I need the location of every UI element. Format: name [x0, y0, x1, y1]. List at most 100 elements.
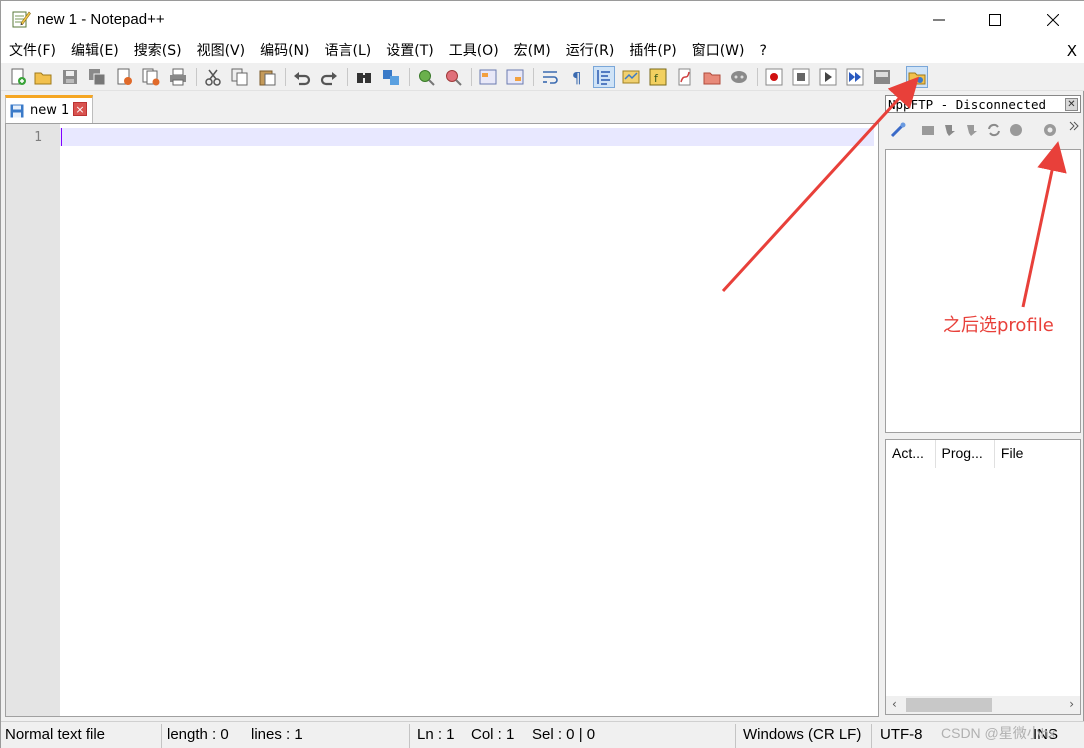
save-macro-icon[interactable]: [871, 66, 893, 88]
menu-search[interactable]: 搜索(S): [126, 39, 189, 63]
close-window-button[interactable]: [1025, 1, 1081, 39]
toolbar-separator: [196, 68, 197, 86]
horizontal-scrollbar[interactable]: ‹ ›: [886, 696, 1080, 714]
play-macro-icon[interactable]: [817, 66, 839, 88]
function-list-icon[interactable]: f: [647, 66, 669, 88]
sync-horizontal-icon[interactable]: [504, 66, 526, 88]
tab-close-icon[interactable]: ×: [73, 102, 87, 116]
redo-icon[interactable]: [318, 66, 340, 88]
toolbar-separator: [757, 68, 758, 86]
close-document-button[interactable]: X: [1067, 39, 1077, 63]
status-file-type: Normal text file: [5, 726, 106, 743]
toolbar-separator: [471, 68, 472, 86]
minimize-button[interactable]: [911, 1, 967, 39]
folder-workspace-icon[interactable]: [674, 66, 696, 88]
run-macro-multiple-icon[interactable]: [844, 66, 866, 88]
print-icon[interactable]: [167, 66, 189, 88]
menu-tools[interactable]: 工具(O): [441, 39, 506, 63]
status-divider: [161, 724, 162, 748]
status-lines: lines : 1: [251, 726, 303, 743]
toolbar-separator: [347, 68, 348, 86]
doc-map-icon[interactable]: [620, 66, 642, 88]
status-divider: [871, 724, 872, 748]
saved-file-icon: [10, 104, 24, 117]
menu-run[interactable]: 运行(R): [558, 39, 622, 63]
paste-icon[interactable]: [256, 66, 278, 88]
status-ln: Ln : 1: [417, 726, 455, 743]
scrollbar-thumb[interactable]: [906, 698, 992, 712]
status-eol: Windows (CR LF): [743, 726, 862, 743]
open-directory-icon[interactable]: [919, 121, 937, 139]
scroll-right-icon[interactable]: ›: [1069, 697, 1074, 711]
menu-edit[interactable]: 编辑(E): [63, 39, 126, 63]
queue-header: Act... Prog... File: [886, 440, 1080, 468]
notepadpp-window: new 1 - Notepad++ 文件(F) 编辑(E) 搜索(S) 视图(V…: [0, 0, 1084, 748]
menu-view[interactable]: 视图(V): [189, 39, 253, 63]
copy-icon[interactable]: [229, 66, 251, 88]
sync-vertical-icon[interactable]: [477, 66, 499, 88]
queue-column-file[interactable]: File: [995, 440, 1080, 468]
close-icon[interactable]: [113, 66, 135, 88]
menu-settings[interactable]: 设置(T): [378, 39, 440, 63]
maximize-button[interactable]: [967, 1, 1023, 39]
toolbar: ¶ f: [1, 63, 1084, 91]
abort-icon[interactable]: [1007, 121, 1025, 139]
queue-column-progress[interactable]: Prog...: [936, 440, 995, 468]
maximize-icon: [989, 14, 1001, 26]
menu-plugins[interactable]: 插件(P): [621, 39, 683, 63]
menu-macro[interactable]: 宏(M): [506, 39, 558, 63]
menu-encoding[interactable]: 编码(N): [252, 39, 316, 63]
notepadpp-icon: [12, 11, 31, 28]
show-all-chars-icon[interactable]: ¶: [566, 66, 588, 88]
text-caret: [61, 128, 62, 146]
save-icon[interactable]: [59, 66, 81, 88]
zoom-out-icon[interactable]: [442, 66, 464, 88]
chevron-more-icon[interactable]: [1065, 117, 1083, 135]
save-all-icon[interactable]: [86, 66, 108, 88]
open-file-icon[interactable]: [32, 66, 54, 88]
connect-icon[interactable]: [889, 121, 907, 139]
menu-file[interactable]: 文件(F): [1, 39, 63, 63]
download-icon[interactable]: [941, 121, 959, 139]
tab-new-1[interactable]: new 1 ×: [5, 95, 93, 123]
tab-label: new 1: [30, 103, 70, 118]
toolbar-separator: [533, 68, 534, 86]
menu-language[interactable]: 语言(L): [317, 39, 379, 63]
queue-column-action[interactable]: Act...: [886, 440, 936, 468]
menu-window[interactable]: 窗口(W): [684, 39, 752, 63]
cut-icon[interactable]: [202, 66, 224, 88]
scroll-left-icon[interactable]: ‹: [892, 697, 897, 711]
window-title: new 1 - Notepad++: [37, 11, 165, 28]
zoom-in-icon[interactable]: [415, 66, 437, 88]
close-icon: [1047, 14, 1059, 26]
status-divider: [409, 724, 410, 748]
undo-icon[interactable]: [291, 66, 313, 88]
doc-list-icon[interactable]: [701, 66, 723, 88]
watermark: CSDN @星微小hx: [941, 725, 1056, 741]
status-length: length : 0: [167, 726, 229, 743]
status-bar: Normal text file length : 0 lines : 1 Ln…: [1, 721, 1084, 748]
indent-guide-icon[interactable]: [593, 66, 615, 88]
status-sel: Sel : 0 | 0: [532, 726, 596, 743]
menu-help[interactable]: ?: [752, 39, 774, 63]
svg-text:¶: ¶: [572, 69, 582, 86]
current-line-highlight: [60, 128, 874, 146]
new-file-icon[interactable]: [7, 66, 29, 88]
toolbar-separator: [409, 68, 410, 86]
text-editor[interactable]: 1: [5, 123, 879, 717]
replace-icon[interactable]: [380, 66, 402, 88]
find-icon[interactable]: [353, 66, 375, 88]
nppftp-close-button[interactable]: ✕: [1065, 98, 1078, 111]
close-all-icon[interactable]: [140, 66, 162, 88]
line-number: 1: [34, 130, 42, 145]
stop-macro-icon[interactable]: [790, 66, 812, 88]
refresh-icon[interactable]: [985, 121, 1003, 139]
word-wrap-icon[interactable]: [539, 66, 561, 88]
monitor-icon[interactable]: [728, 66, 750, 88]
nppftp-show-icon[interactable]: [906, 66, 928, 88]
settings-gear-icon[interactable]: [1041, 121, 1059, 139]
title-bar: new 1 - Notepad++: [1, 1, 1084, 39]
ftp-directory-tree[interactable]: [885, 149, 1081, 433]
record-macro-icon[interactable]: [763, 66, 785, 88]
upload-icon[interactable]: [963, 121, 981, 139]
